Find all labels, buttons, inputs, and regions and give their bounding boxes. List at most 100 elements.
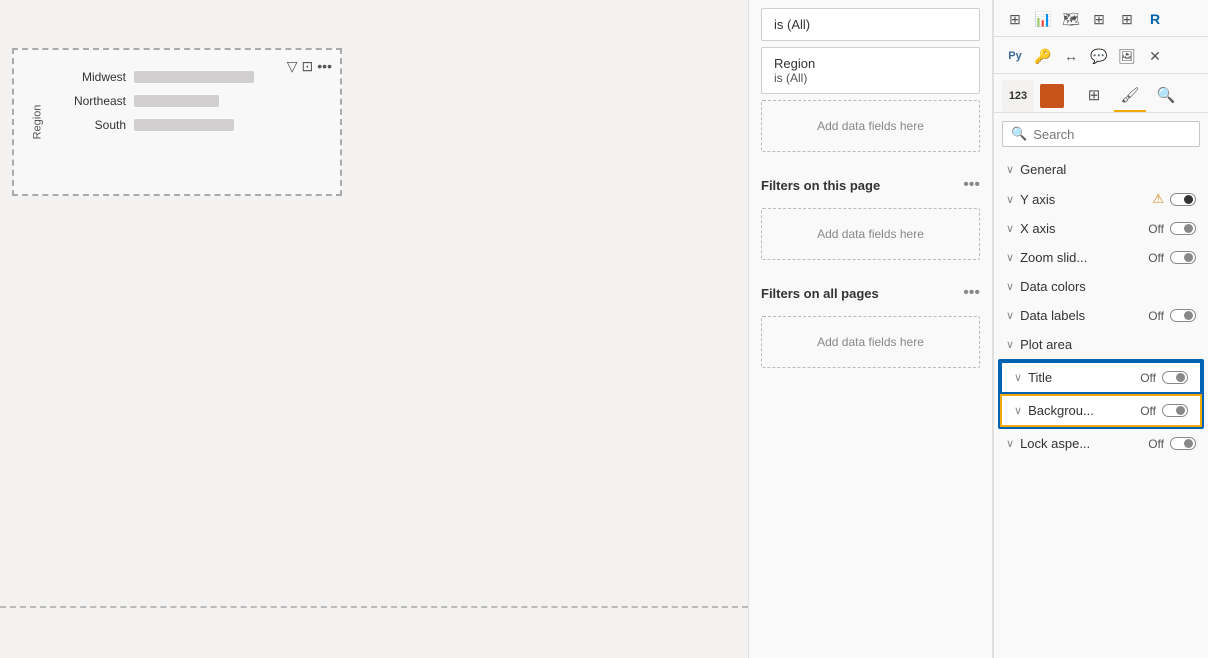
background-toggle[interactable] xyxy=(1162,404,1188,417)
sync-icon[interactable]: ↔ xyxy=(1058,43,1084,69)
visual-widget[interactable]: ▽ ⊡ ••• Region Midwest Northeast South xyxy=(12,48,342,196)
row-bar xyxy=(134,119,234,131)
table-icon[interactable]: ⊞ xyxy=(1002,6,1028,32)
format-section-general[interactable]: ∨ General xyxy=(994,155,1208,184)
x-axis-toggle[interactable] xyxy=(1170,222,1196,235)
toggle-track xyxy=(1170,437,1196,450)
filter-icon[interactable]: ▽ xyxy=(287,58,298,75)
grid-icon[interactable]: ⊞ xyxy=(1086,6,1112,32)
tab-123[interactable]: 123 xyxy=(1002,80,1034,112)
tab-fields[interactable]: ⊞ xyxy=(1078,80,1110,112)
format-item-left: ∨ Data colors xyxy=(1006,279,1086,294)
key-icon[interactable]: 🔑 xyxy=(1030,43,1056,69)
filter-card[interactable]: Region is (All) xyxy=(761,47,980,94)
toggle-thumb xyxy=(1184,195,1193,204)
format-item-left: ∨ Y axis xyxy=(1006,192,1055,207)
format-item-right: Off xyxy=(1148,309,1196,323)
matrix-icon[interactable]: ⊞ xyxy=(1114,6,1140,32)
chat-icon[interactable]: 💬 xyxy=(1086,43,1112,69)
filters-on-page-title: Filters on this page xyxy=(761,178,880,193)
python-icon[interactable]: Py xyxy=(1002,43,1028,69)
format-section-data-colors[interactable]: ∨ Data colors xyxy=(994,272,1208,301)
format-item-right: Off xyxy=(1148,437,1196,451)
toggle-thumb xyxy=(1184,439,1193,448)
toggle-track xyxy=(1170,193,1196,206)
filters-on-visual-section: is (All) Region is (All) Add data fields… xyxy=(749,0,992,166)
table-row: South xyxy=(56,118,328,132)
format-section-zoom-slider[interactable]: ∨ Zoom slid... Off xyxy=(994,243,1208,272)
plot-area-label: Plot area xyxy=(1020,337,1072,352)
table-row: Northeast xyxy=(56,94,328,108)
data-labels-toggle[interactable] xyxy=(1170,309,1196,322)
add-data-fields-all-pages[interactable]: Add data fields here xyxy=(761,316,980,368)
search-input[interactable] xyxy=(1033,127,1191,142)
format-item-right: Off xyxy=(1140,404,1188,418)
background-status: Off xyxy=(1140,404,1156,418)
tab-format[interactable]: 🖌 xyxy=(1114,80,1146,112)
format-section-plot-area[interactable]: ∨ Plot area xyxy=(994,330,1208,359)
chevron-down-icon: ∨ xyxy=(1006,163,1014,176)
toggle-thumb xyxy=(1176,406,1185,415)
format-item-left: ∨ Title xyxy=(1014,370,1052,385)
format-item-left: ∨ Zoom slid... xyxy=(1006,250,1087,265)
toggle-thumb xyxy=(1184,224,1193,233)
format-item-right: Off xyxy=(1148,251,1196,265)
visual-toolbar: ▽ ⊡ ••• xyxy=(287,58,332,75)
highlighted-section-group: ∨ Title Off ∨ Backgrou... Off xyxy=(998,359,1204,429)
toggle-track xyxy=(1170,309,1196,322)
format-item-left: ∨ X axis xyxy=(1006,221,1055,236)
filter-card[interactable]: is (All) xyxy=(761,8,980,41)
more-icon[interactable]: ••• xyxy=(317,58,332,75)
zoom-slider-label: Zoom slid... xyxy=(1020,250,1087,265)
chart-icon[interactable]: 📊 xyxy=(1030,6,1056,32)
format-icon-bar-row2: Py 🔑 ↔ 💬 🖼 ✕ xyxy=(994,37,1208,74)
format-section-x-axis[interactable]: ∨ X axis Off xyxy=(994,214,1208,243)
map-icon[interactable]: 🗺 xyxy=(1058,6,1084,32)
chevron-down-icon: ∨ xyxy=(1006,222,1014,235)
region-axis-label: Region xyxy=(31,105,43,140)
background-label: Backgrou... xyxy=(1028,403,1094,418)
add-data-fields-visual[interactable]: Add data fields here xyxy=(761,100,980,152)
format-icon-bar-row1: ⊞ 📊 🗺 ⊞ ⊞ R xyxy=(994,0,1208,37)
format-section-lock-aspect[interactable]: ∨ Lock aspe... Off xyxy=(994,429,1208,458)
format-tab-row: 123 ⊞ 🖌 🔍 xyxy=(994,74,1208,113)
search-bar[interactable]: 🔍 xyxy=(1002,121,1200,147)
format-item-right: Off xyxy=(1148,222,1196,236)
chevron-down-icon: ∨ xyxy=(1006,338,1014,351)
zoom-slider-toggle[interactable] xyxy=(1170,251,1196,264)
format-section-y-axis[interactable]: ∨ Y axis ⚠ xyxy=(994,184,1208,214)
r-icon[interactable]: R xyxy=(1142,6,1168,32)
row-bar xyxy=(134,95,219,107)
visual-rows: Midwest Northeast South xyxy=(56,70,328,132)
image-icon[interactable]: 🖼 xyxy=(1114,43,1140,69)
filters-on-page-header: Filters on this page ••• xyxy=(749,166,992,200)
chevron-down-icon: ∨ xyxy=(1014,404,1022,417)
format-panel: ⊞ 📊 🗺 ⊞ ⊞ R Py 🔑 ↔ 💬 🖼 ✕ 123 ⊞ 🖌 🔍 🔍 ∨ G… xyxy=(993,0,1208,658)
warning-icon: ⚠ xyxy=(1152,191,1164,207)
format-section-background[interactable]: ∨ Backgrou... Off xyxy=(1002,396,1200,425)
format-section-data-labels[interactable]: ∨ Data labels Off xyxy=(994,301,1208,330)
canvas-area: ▽ ⊡ ••• Region Midwest Northeast South xyxy=(0,0,748,658)
toggle-track xyxy=(1170,251,1196,264)
filters-panel: is (All) Region is (All) Add data fields… xyxy=(748,0,993,658)
cancel-icon[interactable]: ✕ xyxy=(1142,43,1168,69)
filters-on-page-more[interactable]: ••• xyxy=(963,176,980,194)
add-data-fields-page[interactable]: Add data fields here xyxy=(761,208,980,260)
filters-on-all-pages-more[interactable]: ••• xyxy=(963,284,980,302)
toggle-thumb xyxy=(1184,253,1193,262)
data-labels-status: Off xyxy=(1148,309,1164,323)
toggle-track xyxy=(1162,404,1188,417)
lock-aspect-toggle[interactable] xyxy=(1170,437,1196,450)
expand-icon[interactable]: ⊡ xyxy=(302,58,314,75)
y-axis-toggle[interactable] xyxy=(1170,193,1196,206)
data-labels-label: Data labels xyxy=(1020,308,1085,323)
format-section-title[interactable]: ∨ Title Off xyxy=(1000,361,1202,394)
row-bar xyxy=(134,71,254,83)
search-icon: 🔍 xyxy=(1011,126,1027,142)
tab-analytics[interactable]: 🔍 xyxy=(1150,80,1182,112)
row-label: Midwest xyxy=(56,70,126,84)
lock-aspect-label: Lock aspe... xyxy=(1020,436,1090,451)
title-toggle[interactable] xyxy=(1162,371,1188,384)
format-item-right: ⚠ xyxy=(1152,191,1196,207)
chevron-down-icon: ∨ xyxy=(1006,309,1014,322)
